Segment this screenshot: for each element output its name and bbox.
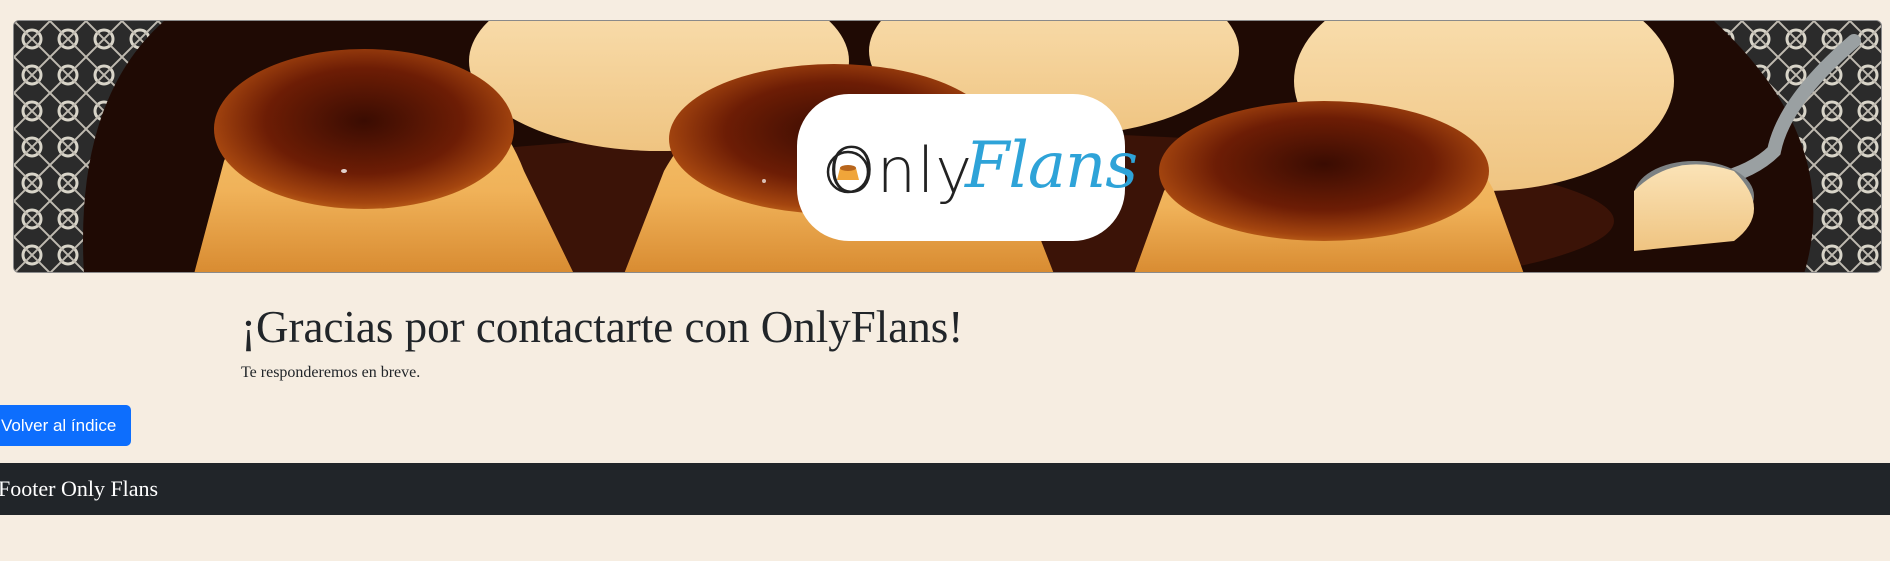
- footer: Footer Only Flans: [0, 463, 1890, 515]
- logo-only-text: Only: [827, 134, 974, 207]
- thank-you-section: ¡Gracias por contactarte con OnlyFlans! …: [241, 300, 963, 383]
- page-title: ¡Gracias por contactarte con OnlyFlans!: [241, 302, 964, 352]
- hero-banner: Only Flans: [13, 20, 1882, 273]
- logo-flans-text: Flans: [965, 129, 1138, 203]
- back-to-index-button[interactable]: Volver al índice: [0, 405, 131, 446]
- footer-text: Footer Only Flans: [0, 476, 159, 501]
- page-subtitle: Te responderemos en breve.: [241, 364, 421, 381]
- onlyflans-logo: Only Flans: [797, 130, 1138, 207]
- logo-card: Only Flans: [797, 94, 1138, 241]
